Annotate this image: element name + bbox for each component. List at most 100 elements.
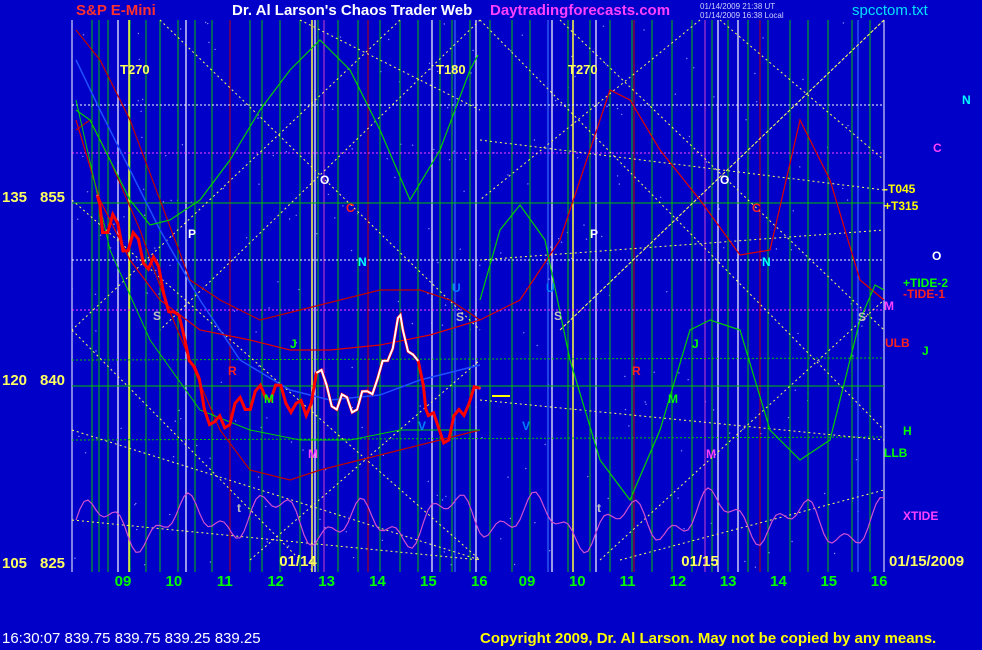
- star: [666, 291, 668, 293]
- star: [643, 29, 645, 31]
- star: [94, 293, 97, 295]
- star: [510, 50, 512, 52]
- star: [500, 538, 502, 540]
- star: [576, 157, 579, 159]
- price-grid-lines: [71, 104, 885, 441]
- x-tick-hour: 14: [369, 573, 386, 590]
- star: [428, 228, 430, 230]
- price-series-highlight: [315, 312, 419, 414]
- star: [209, 561, 212, 563]
- star: [411, 322, 414, 325]
- star: [833, 552, 836, 555]
- star: [754, 566, 757, 568]
- planet-marker: S: [858, 310, 866, 324]
- star: [645, 403, 647, 405]
- star: [523, 332, 525, 334]
- planet-marker: M: [308, 447, 318, 461]
- star: [554, 99, 557, 102]
- star: [86, 191, 89, 193]
- star: [624, 375, 626, 378]
- star: [705, 161, 708, 163]
- star: [745, 119, 747, 121]
- star: [549, 550, 551, 552]
- x-tick-hour: 12: [670, 573, 687, 590]
- star: [257, 476, 260, 478]
- red-tide-curve: [75, 89, 885, 351]
- star: [113, 223, 115, 225]
- x-axis-labels: 09 10 11 12 13 14 15 16 09 10 11 12 13 14 15 16 01/14 01/…: [115, 553, 964, 590]
- forecast-curves: [75, 29, 885, 554]
- x-tick-hour: 14: [770, 573, 787, 590]
- star: [339, 36, 342, 38]
- star: [209, 457, 211, 459]
- star: [345, 531, 347, 533]
- star: [549, 246, 552, 248]
- star: [319, 518, 321, 521]
- star: [155, 269, 157, 272]
- star: [170, 199, 172, 202]
- star: [754, 72, 756, 75]
- star: [172, 456, 175, 458]
- fan-line: [71, 519, 481, 561]
- star: [397, 300, 400, 303]
- star: [842, 187, 844, 190]
- star: [277, 281, 279, 283]
- planet-markers: POCNSRJMMVUStPOCNSRJMMVUSt: [153, 173, 866, 515]
- star: [437, 262, 439, 264]
- x-tick-hour: 09: [519, 573, 536, 590]
- star: [169, 513, 171, 516]
- star: [258, 365, 260, 367]
- xtide-curve: [75, 487, 885, 554]
- star: [756, 101, 758, 103]
- star: [513, 563, 516, 566]
- star: [544, 443, 546, 446]
- star: [445, 495, 447, 498]
- y-tick-outer: 120: [2, 372, 27, 389]
- star: [718, 208, 720, 210]
- star: [521, 34, 523, 36]
- planet-marker: C: [346, 201, 355, 215]
- star: [258, 183, 260, 185]
- star: [257, 117, 259, 119]
- star: [141, 136, 143, 139]
- star: [287, 545, 290, 547]
- right-label: ULB: [885, 336, 910, 350]
- x-end-date-label: 01/15/2009: [889, 553, 964, 570]
- star: [787, 416, 790, 419]
- star: [792, 210, 794, 212]
- star: [557, 238, 560, 240]
- star: [146, 292, 148, 294]
- star: [411, 144, 414, 146]
- right-label: M: [884, 299, 894, 313]
- planet-marker: P: [590, 227, 598, 241]
- cycle-label: T270: [120, 62, 150, 77]
- fan-line: [599, 299, 885, 561]
- star: [136, 528, 138, 531]
- star: [288, 218, 291, 220]
- planet-marker: t: [237, 501, 241, 515]
- star: [441, 499, 444, 501]
- timestamp-local: 01/14/2009 16:38 Local: [700, 11, 784, 20]
- star: [443, 551, 445, 553]
- green-lower-curve: [75, 99, 480, 441]
- fan-line: [619, 489, 885, 561]
- star: [350, 249, 353, 252]
- star: [142, 98, 144, 101]
- y-tick-inner: 840: [40, 372, 65, 389]
- y-tick-inner: 855: [40, 189, 65, 206]
- star: [334, 217, 336, 219]
- star: [110, 247, 112, 249]
- last-quote: 16:30:07 839.75 839.75 839.25 839.25: [2, 630, 261, 647]
- star: [419, 405, 421, 407]
- star: [441, 324, 444, 326]
- star: [208, 41, 210, 44]
- star: [616, 107, 619, 110]
- star: [677, 497, 679, 499]
- star: [143, 214, 146, 216]
- planet-marker: J: [290, 337, 297, 351]
- right-label: C: [933, 141, 942, 155]
- star: [527, 183, 529, 185]
- star: [143, 564, 146, 566]
- right-side-labels: NC-T045+T315O+TIDE-2-TIDE-1MULBJHLLBXTID…: [884, 93, 971, 523]
- star: [233, 310, 236, 312]
